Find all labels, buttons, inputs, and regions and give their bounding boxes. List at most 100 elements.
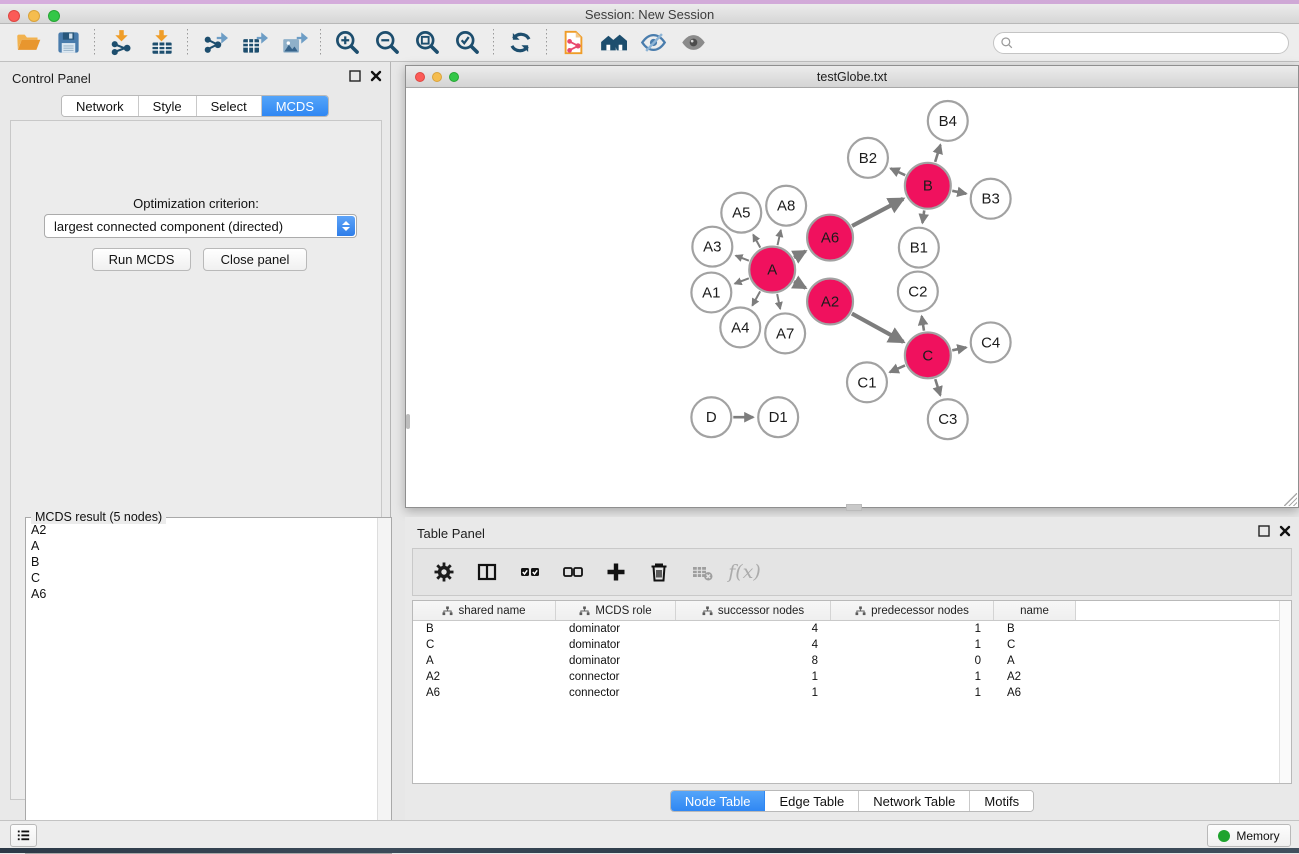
edge-A-A6[interactable] xyxy=(794,251,806,257)
export-network-icon[interactable] xyxy=(194,27,234,59)
network-canvas[interactable]: B4B2BB3A8A5A6B1A3AA1C2A2A4A7C4CC1C3DD1 xyxy=(407,88,1297,506)
home-view-icon[interactable] xyxy=(593,27,633,59)
edge-A2-C[interactable] xyxy=(852,314,903,342)
select-all-columns-icon[interactable] xyxy=(511,556,548,588)
table-tab-motifs[interactable]: Motifs xyxy=(970,791,1033,811)
node-A3[interactable]: A3 xyxy=(692,227,732,267)
column-header-successor-nodes[interactable]: successor nodes xyxy=(676,601,831,620)
edge-C-C3[interactable] xyxy=(935,379,940,395)
node-A2[interactable]: A2 xyxy=(807,279,853,325)
zoom-selected-icon[interactable] xyxy=(447,27,487,59)
column-header-predecessor-nodes[interactable]: predecessor nodes xyxy=(831,601,994,620)
zoom-out-icon[interactable] xyxy=(367,27,407,59)
node-C2[interactable]: C2 xyxy=(898,272,938,312)
close-table-panel-icon[interactable] xyxy=(1279,525,1291,537)
node-A7[interactable]: A7 xyxy=(765,313,805,353)
delete-column-icon[interactable] xyxy=(640,556,677,588)
refresh-icon[interactable] xyxy=(500,27,540,59)
edge-A6-B[interactable] xyxy=(852,199,903,226)
table-tab-edge-table[interactable]: Edge Table xyxy=(765,791,859,811)
tab-network[interactable]: Network xyxy=(62,96,139,116)
save-session-icon[interactable] xyxy=(48,27,88,59)
resize-grip-icon[interactable] xyxy=(1284,493,1297,506)
node-B4[interactable]: B4 xyxy=(928,101,968,141)
unselect-all-columns-icon[interactable] xyxy=(554,556,591,588)
tab-select[interactable]: Select xyxy=(197,96,262,116)
node-D1[interactable]: D1 xyxy=(758,397,798,437)
import-network-icon[interactable] xyxy=(101,27,141,59)
canvas-vertical-scroll-thumb[interactable] xyxy=(406,414,410,429)
edge-B-B3[interactable] xyxy=(952,191,966,194)
edge-A-A3[interactable] xyxy=(736,256,749,261)
zoom-fit-icon[interactable] xyxy=(407,27,447,59)
memory-button[interactable]: Memory xyxy=(1207,824,1291,847)
result-item[interactable]: C xyxy=(31,570,376,586)
edge-A-A7[interactable] xyxy=(777,294,780,309)
show-panel-list-button[interactable] xyxy=(10,824,37,847)
tab-mcds[interactable]: MCDS xyxy=(262,96,328,116)
result-item[interactable]: A xyxy=(31,538,376,554)
node-A[interactable]: A xyxy=(749,247,795,293)
search-box[interactable] xyxy=(993,32,1289,54)
import-table-icon[interactable] xyxy=(141,27,181,59)
network-window-titlebar[interactable]: testGlobe.txt xyxy=(406,66,1298,88)
node-B1[interactable]: B1 xyxy=(899,228,939,268)
table-tab-node-table[interactable]: Node Table xyxy=(671,791,766,811)
table-row[interactable]: Adominator80A xyxy=(413,653,1291,669)
search-input[interactable] xyxy=(1018,36,1288,50)
edge-A-A2[interactable] xyxy=(794,282,806,288)
edge-C-C1[interactable] xyxy=(890,365,905,372)
node-A5[interactable]: A5 xyxy=(721,193,761,233)
node-C1[interactable]: C1 xyxy=(847,362,887,402)
canvas-horizontal-scroll-thumb[interactable] xyxy=(846,504,862,511)
table-row[interactable]: A6connector11A6 xyxy=(413,685,1291,701)
edge-B-B4[interactable] xyxy=(935,145,940,162)
result-scrollbar[interactable] xyxy=(377,518,391,853)
column-split-icon[interactable] xyxy=(468,556,505,588)
close-panel-button[interactable]: Close panel xyxy=(203,248,307,271)
table-row[interactable]: Bdominator41B xyxy=(413,621,1291,637)
mcds-result-list[interactable]: A2ABCA6 xyxy=(27,522,376,852)
zoom-in-icon[interactable] xyxy=(327,27,367,59)
node-C4[interactable]: C4 xyxy=(971,322,1011,362)
float-table-panel-icon[interactable] xyxy=(1258,525,1270,537)
node-A4[interactable]: A4 xyxy=(720,307,760,347)
node-table[interactable]: shared nameMCDS rolesuccessor nodesprede… xyxy=(412,600,1292,784)
export-table-icon[interactable] xyxy=(234,27,274,59)
node-B2[interactable]: B2 xyxy=(848,138,888,178)
edge-A-A4[interactable] xyxy=(752,291,760,305)
column-header-MCDS-role[interactable]: MCDS role xyxy=(556,601,676,620)
run-mcds-button[interactable]: Run MCDS xyxy=(92,248,191,271)
table-settings-gear-icon[interactable] xyxy=(425,556,462,588)
table-tab-network-table[interactable]: Network Table xyxy=(859,791,970,811)
table-scrollbar[interactable] xyxy=(1279,601,1291,783)
close-panel-icon[interactable] xyxy=(370,70,382,82)
optimization-criterion-select[interactable]: largest connected component (directed) xyxy=(44,214,357,238)
tab-style[interactable]: Style xyxy=(139,96,197,116)
node-A1[interactable]: A1 xyxy=(691,273,731,313)
edge-C-C4[interactable] xyxy=(952,347,966,350)
node-B3[interactable]: B3 xyxy=(971,179,1011,219)
session-details-icon[interactable] xyxy=(553,27,593,59)
result-item[interactable]: A6 xyxy=(31,586,376,602)
column-header-shared-name[interactable]: shared name xyxy=(413,601,556,620)
column-header-name[interactable]: name xyxy=(994,601,1076,620)
edge-A-A8[interactable] xyxy=(778,230,781,245)
edge-C-C2[interactable] xyxy=(922,316,924,331)
node-B[interactable]: B xyxy=(905,163,951,209)
export-image-icon[interactable] xyxy=(274,27,314,59)
result-item[interactable]: A2 xyxy=(31,522,376,538)
edge-A-A5[interactable] xyxy=(753,235,760,248)
table-row[interactable]: Cdominator41C xyxy=(413,637,1291,653)
table-row[interactable]: A2connector11A2 xyxy=(413,669,1291,685)
show-panels-icon[interactable] xyxy=(673,27,713,59)
open-file-icon[interactable] xyxy=(8,27,48,59)
node-A6[interactable]: A6 xyxy=(807,215,853,261)
node-C3[interactable]: C3 xyxy=(928,399,968,439)
node-A8[interactable]: A8 xyxy=(766,186,806,226)
hide-panels-icon[interactable] xyxy=(633,27,673,59)
node-D[interactable]: D xyxy=(691,397,731,437)
edge-A-A1[interactable] xyxy=(735,278,749,283)
result-item[interactable]: B xyxy=(31,554,376,570)
float-panel-icon[interactable] xyxy=(349,70,361,82)
